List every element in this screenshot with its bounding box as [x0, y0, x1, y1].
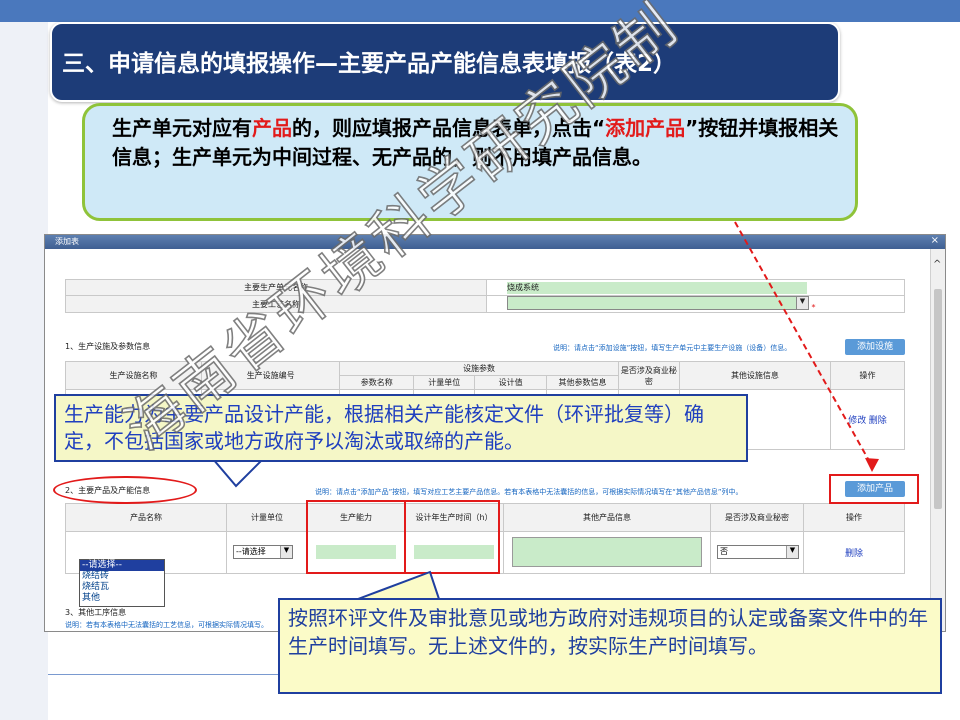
arrow-head — [865, 458, 879, 472]
callout-capacity: 生产能力为主要产品设计产能，根据相关产能核定文件（环评批复等）确定，不包括国家或… — [54, 394, 748, 462]
bottom-divider — [48, 674, 278, 675]
callout-hours-text: 按照环评文件及审批意见或地方政府对违规项目的认定或备案文件中的年生产时间填写。无… — [288, 606, 928, 658]
dashed-arrow — [734, 221, 873, 467]
callout-hours: 按照环评文件及审批意见或地方政府对违规项目的认定或备案文件中的年生产时间填写。无… — [278, 598, 942, 694]
callout-capacity-text: 生产能力为主要产品设计产能，根据相关产能核定文件（环评批复等）确定，不包括国家或… — [64, 402, 704, 453]
